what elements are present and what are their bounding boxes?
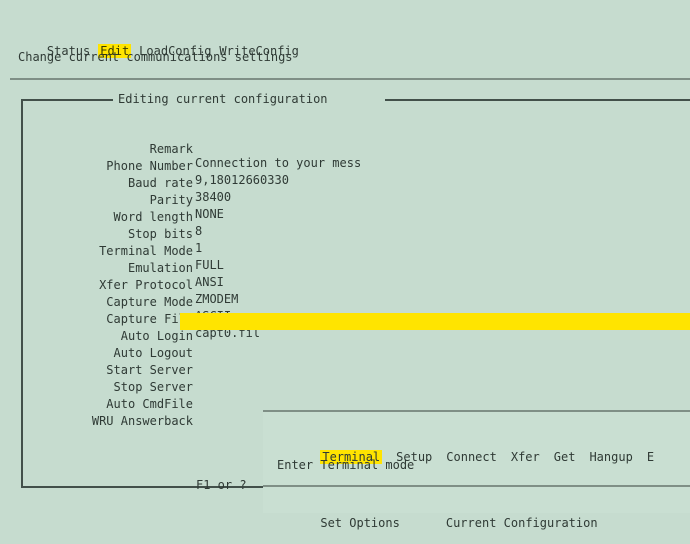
field-auto-cmdfile: Auto CmdFile xyxy=(20,383,680,411)
field-capture-mode: Capture Mode ASCII xyxy=(20,281,680,323)
top-divider xyxy=(10,78,690,80)
field-label: WRU Answerback xyxy=(91,414,193,428)
dialog-hint: Enter Terminal mode xyxy=(277,458,415,472)
menu-item-xfer[interactable]: Xfer xyxy=(511,450,540,464)
field-emulation: Emulation ANSI xyxy=(20,247,680,289)
dialog-subtabs: Set Options Current Configuration xyxy=(277,502,644,544)
field-parity: Parity NONE xyxy=(20,179,680,221)
top-hint: Change current communications settings xyxy=(18,50,293,64)
field-stop-server: Stop Server xyxy=(20,366,680,394)
menu-item-hangup[interactable]: Hangup xyxy=(589,450,632,464)
menu-item-connect[interactable]: Connect xyxy=(446,450,497,464)
field-stop-bits: Stop bits 1 xyxy=(20,213,680,255)
field-xfer-protocol: Xfer Protocol ZMODEM xyxy=(20,264,680,306)
config-fields: Remark Connection to your mess Phone Num… xyxy=(20,128,690,428)
field-start-server: Start Server xyxy=(20,349,680,377)
auto-login-input[interactable] xyxy=(180,313,690,330)
field-remark: Remark Connection to your mess xyxy=(20,128,680,170)
field-word-length: Word length 8 xyxy=(20,196,680,238)
terminal-screen: Status Edit LoadConfig WriteConfig Change c… xyxy=(0,0,690,530)
panel-bottom-hint: F1 or ? xyxy=(196,478,247,492)
field-auto-login: Auto Login xyxy=(20,313,690,343)
field-auto-logout: Auto Logout xyxy=(20,332,680,360)
field-terminal-mode: Terminal Mode FULL xyxy=(20,230,680,272)
field-phone-number: Phone Number 9,18012660330 xyxy=(20,145,680,187)
overlay-window: Terminal Setup Connect Xfer Get Hangup E Enter… xyxy=(263,410,690,530)
menu-item-e[interactable]: E xyxy=(647,450,654,464)
field-baud-rate: Baud rate 38400 xyxy=(20,162,680,204)
tab-current-configuration[interactable]: Current Configuration xyxy=(446,516,598,530)
dialog-divider xyxy=(263,485,690,487)
menu-item-get[interactable]: Get xyxy=(554,450,576,464)
tab-set-options[interactable]: Set Options xyxy=(320,516,399,530)
